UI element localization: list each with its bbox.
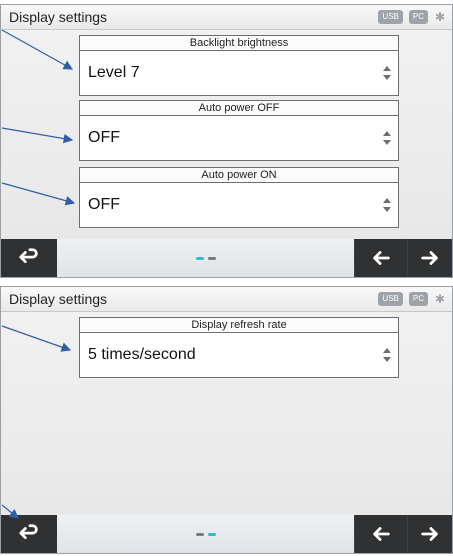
setting-backlight-brightness: Backlight brightness Level 7 bbox=[79, 35, 399, 96]
return-icon bbox=[19, 524, 38, 540]
pc-indicator: PC bbox=[408, 10, 428, 24]
setting-value: OFF bbox=[88, 196, 120, 213]
return-icon bbox=[19, 248, 38, 264]
screen-title: Display settings bbox=[9, 9, 108, 25]
usb-indicator: USB bbox=[378, 292, 403, 306]
auto-power-off-select[interactable]: OFF bbox=[79, 115, 399, 161]
arrow-left-icon bbox=[373, 251, 390, 265]
previous-page-button[interactable] bbox=[354, 239, 407, 277]
next-page-button[interactable] bbox=[407, 515, 452, 553]
page-dot bbox=[207, 256, 216, 260]
setting-label: Backlight brightness bbox=[79, 35, 399, 50]
usb-indicator: USB bbox=[378, 10, 403, 24]
page-dot-active bbox=[195, 256, 204, 260]
back-button[interactable] bbox=[1, 515, 57, 553]
updown-icon bbox=[383, 66, 391, 80]
display-refresh-rate-select[interactable]: 5 times/second bbox=[79, 332, 399, 378]
updown-icon bbox=[383, 131, 391, 145]
auto-power-on-select[interactable]: OFF bbox=[79, 182, 399, 228]
setting-auto-power-off: Auto power OFF OFF bbox=[79, 100, 399, 161]
bluetooth-icon: ✱ bbox=[434, 10, 446, 24]
page-dot-active bbox=[207, 532, 216, 536]
setting-label: Auto power ON bbox=[79, 167, 399, 182]
backlight-brightness-select[interactable]: Level 7 bbox=[79, 50, 399, 96]
setting-label: Display refresh rate bbox=[79, 317, 399, 332]
bottom-bar bbox=[1, 239, 452, 277]
setting-value: OFF bbox=[88, 129, 120, 146]
pager bbox=[57, 239, 354, 277]
status-indicators: USB PC ✱ bbox=[378, 9, 446, 25]
arrow-right-icon bbox=[421, 251, 438, 265]
pager bbox=[57, 515, 354, 553]
arrow-right-icon bbox=[421, 527, 438, 541]
back-button[interactable] bbox=[1, 239, 57, 277]
screen-display-settings-2: Display settings USB PC ✱ Display refres… bbox=[0, 286, 453, 554]
updown-icon bbox=[383, 348, 391, 362]
setting-display-refresh-rate: Display refresh rate 5 times/second bbox=[79, 317, 399, 378]
next-page-button[interactable] bbox=[407, 239, 452, 277]
status-indicators: USB PC ✱ bbox=[378, 291, 446, 307]
setting-auto-power-on: Auto power ON OFF bbox=[79, 167, 399, 228]
updown-icon bbox=[383, 198, 391, 212]
setting-value: 5 times/second bbox=[88, 346, 196, 363]
screen-title: Display settings bbox=[9, 291, 108, 307]
bluetooth-icon: ✱ bbox=[434, 292, 446, 306]
page-dot bbox=[195, 532, 204, 536]
titlebar: Display settings USB PC ✱ bbox=[1, 5, 452, 30]
titlebar: Display settings USB PC ✱ bbox=[1, 287, 452, 312]
setting-label: Auto power OFF bbox=[79, 100, 399, 115]
screen-display-settings-1: Display settings USB PC ✱ Backlight brig… bbox=[0, 4, 453, 278]
arrow-left-icon bbox=[373, 527, 390, 541]
previous-page-button[interactable] bbox=[354, 515, 407, 553]
pc-indicator: PC bbox=[408, 292, 428, 306]
bottom-bar bbox=[1, 515, 452, 553]
setting-value: Level 7 bbox=[88, 64, 140, 81]
